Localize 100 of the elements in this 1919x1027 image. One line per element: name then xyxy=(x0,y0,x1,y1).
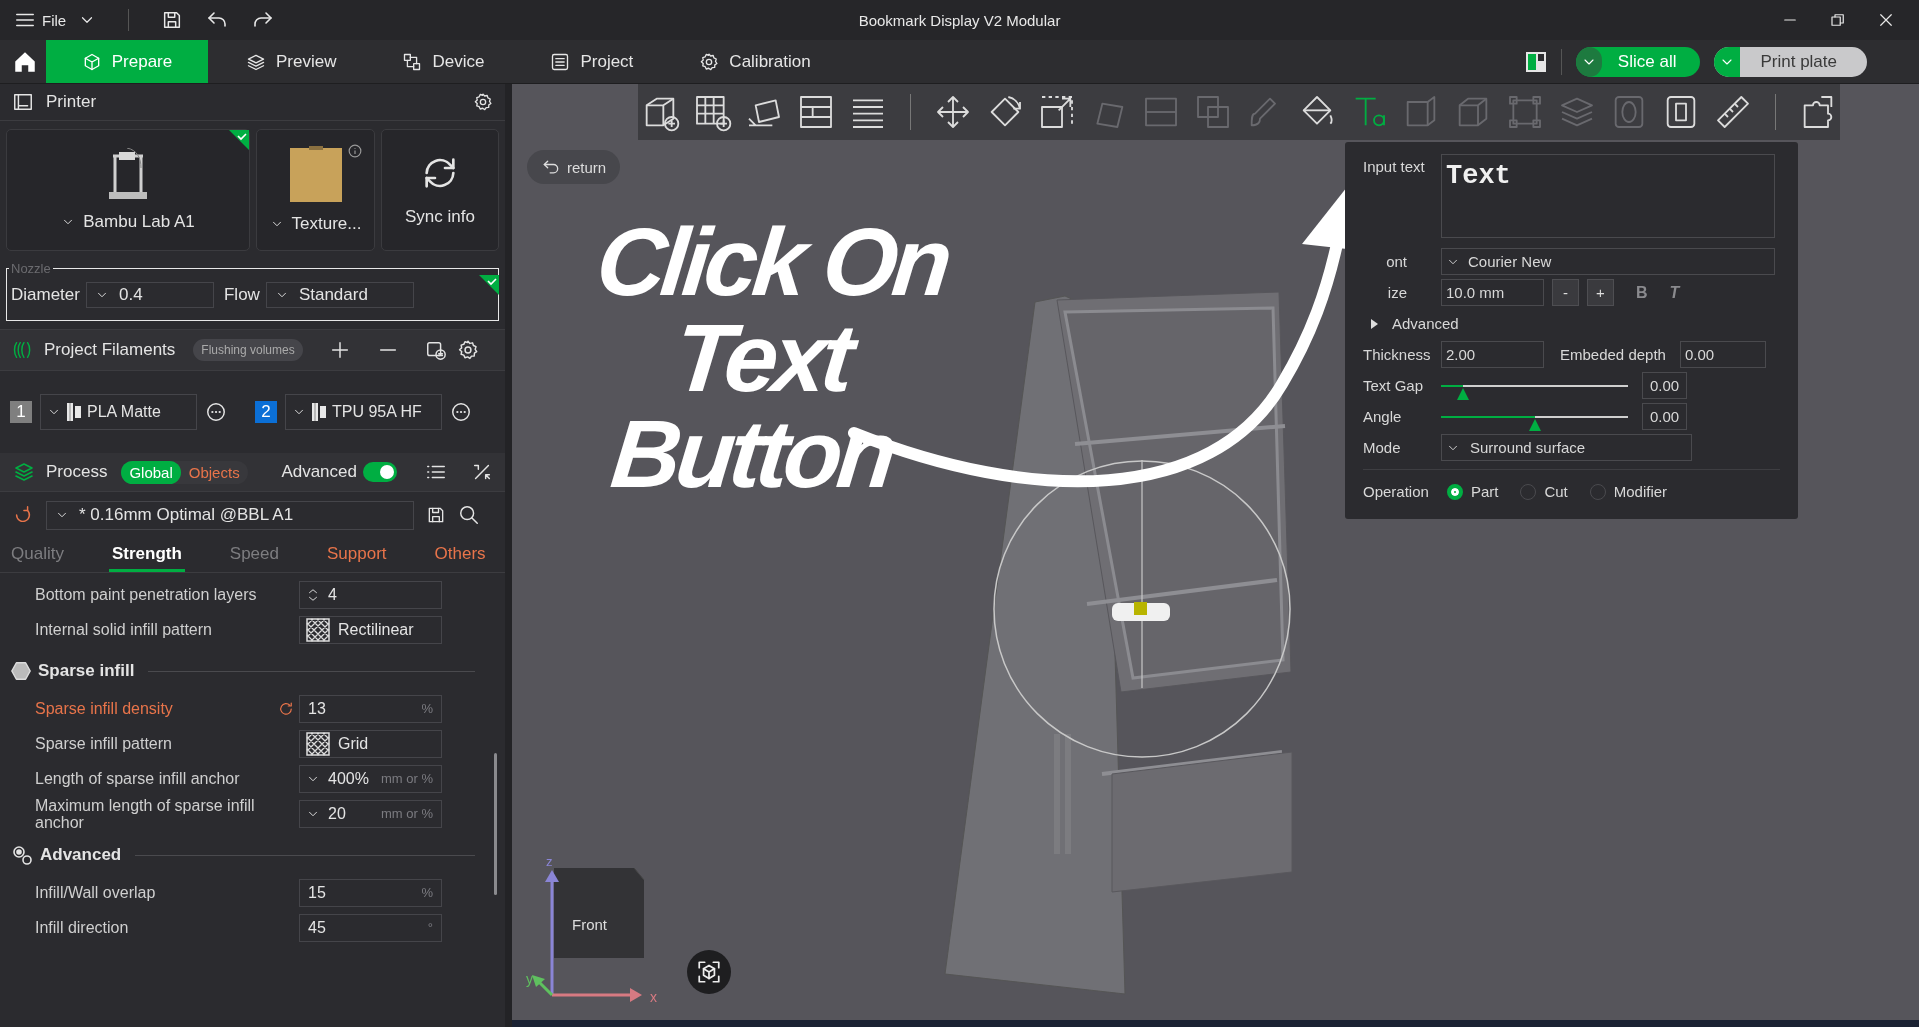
more-icon[interactable] xyxy=(450,401,472,423)
panel-title: Printer xyxy=(46,92,97,112)
filament-dropdown[interactable]: TPU 95A HF xyxy=(285,394,442,430)
plate-card[interactable]: Texture... xyxy=(256,129,375,251)
setting-field[interactable]: 15 % xyxy=(299,878,442,907)
layout-icon[interactable] xyxy=(1524,50,1547,73)
field-label: Operation xyxy=(1363,483,1429,500)
pattern-icon xyxy=(306,617,330,642)
settings-icon[interactable] xyxy=(456,339,479,361)
filament-number: 1 xyxy=(10,401,32,423)
list-box-icon xyxy=(550,51,571,72)
unit-label: % xyxy=(421,885,433,900)
section-title: Advanced xyxy=(40,845,122,865)
unit-label: mm or % xyxy=(381,806,433,821)
unit-label: % xyxy=(421,701,433,716)
value-field[interactable]: 0.00 xyxy=(1642,403,1687,430)
hexagon-icon xyxy=(10,660,32,682)
radio-label: Part xyxy=(1470,483,1499,500)
scrollbar[interactable] xyxy=(494,753,497,895)
depth-field[interactable]: 0.00 xyxy=(1679,341,1766,368)
field-label: Thickness xyxy=(1363,346,1432,363)
scope-tab[interactable]: Objects xyxy=(180,460,248,484)
radio-label: Modifier xyxy=(1613,483,1668,500)
bold-button[interactable]: B xyxy=(1636,283,1648,302)
sync-card[interactable]: Sync info xyxy=(381,129,499,251)
reset-icon[interactable] xyxy=(277,699,295,718)
info-icon[interactable] xyxy=(348,144,362,158)
search-icon[interactable] xyxy=(458,504,480,526)
card-label: Sync info xyxy=(405,207,475,227)
return-arrow-icon xyxy=(541,157,561,177)
group-legend: Nozzle xyxy=(9,261,53,276)
section-title: Project Filaments xyxy=(44,340,176,360)
radio-label: Cut xyxy=(1544,483,1568,500)
diameter-dropdown[interactable]: 0.4 xyxy=(85,282,214,308)
field-label: Input text xyxy=(1363,157,1426,175)
section-toggle[interactable]: Advanced xyxy=(1392,315,1459,332)
setting-label: Internal solid infill pattern xyxy=(35,621,213,638)
settings-tab[interactable]: Strength xyxy=(108,538,185,572)
thickness-field[interactable]: 2.00 xyxy=(1441,341,1544,368)
filament-icon xyxy=(312,403,326,421)
view-button[interactable] xyxy=(687,950,731,994)
nav-tab[interactable]: Calibration xyxy=(671,40,839,83)
setting-field[interactable]: 45 ° xyxy=(299,913,442,942)
nav-tab[interactable]: Device xyxy=(374,40,513,83)
decrease-button[interactable]: - xyxy=(1552,279,1579,306)
stack-icon xyxy=(12,460,36,484)
advanced-toggle[interactable] xyxy=(363,462,397,482)
unit-label: mm or % xyxy=(381,771,433,786)
filament-dropdown[interactable]: PLA Matte xyxy=(40,394,197,430)
expand-triangle-icon[interactable] xyxy=(1371,318,1378,329)
setting-dropdown[interactable]: Rectilinear xyxy=(299,615,442,644)
size-field[interactable]: 10.0 mm xyxy=(1441,279,1544,306)
setting-dropdown[interactable]: Grid xyxy=(299,729,442,758)
save-icon[interactable] xyxy=(426,505,446,525)
settings-icon[interactable] xyxy=(473,92,493,112)
print-button[interactable]: Print plate xyxy=(1714,46,1867,77)
radio-button[interactable] xyxy=(1446,483,1463,500)
printer-card[interactable]: Bambu Lab A1 xyxy=(6,129,250,251)
section-title: Sparse infill xyxy=(38,661,135,681)
cube-frame-icon xyxy=(696,959,722,985)
window-title: Bookmark Display V2 Modular xyxy=(858,11,1061,29)
close-icon[interactable] xyxy=(1877,11,1895,29)
sync-list-icon[interactable] xyxy=(424,339,447,361)
y-axis-arrow xyxy=(532,975,554,997)
setting-label: Bottom paint penetration layers xyxy=(35,586,258,603)
flushing-button[interactable]: Flushing volumes xyxy=(193,339,303,361)
mode-dropdown[interactable]: Surround surface xyxy=(1441,434,1692,461)
setting-dropdown[interactable]: 400% mm or % xyxy=(299,764,442,793)
axis-label: y xyxy=(526,971,533,987)
unit-label: ° xyxy=(427,920,433,935)
settings-tab[interactable]: Support xyxy=(324,538,390,572)
pattern-icon xyxy=(306,731,330,756)
font-dropdown[interactable]: Courier New xyxy=(1441,248,1775,275)
file-menu[interactable]: File xyxy=(0,0,73,40)
toggle-label: Advanced xyxy=(281,462,357,482)
preset-dropdown[interactable]: * 0.16mm Optimal @BBL A1 xyxy=(46,500,414,530)
flow-dropdown[interactable]: Standard xyxy=(265,282,414,308)
increase-button[interactable]: + xyxy=(1587,279,1614,306)
italic-button[interactable]: T xyxy=(1669,283,1680,302)
nav-tab[interactable]: Preview xyxy=(218,40,365,83)
field-label: Angle xyxy=(1363,408,1403,425)
setting-label: Infill direction xyxy=(35,919,130,936)
field-label: Embeded depth xyxy=(1560,346,1666,363)
setting-field[interactable]: 13 % xyxy=(299,694,442,723)
annotation-text: Click On Text Button xyxy=(590,214,954,502)
text-input[interactable]: Text xyxy=(1441,154,1775,238)
field-label: Text Gap xyxy=(1363,377,1425,394)
restore-icon[interactable] xyxy=(1829,11,1847,29)
more-icon[interactable] xyxy=(205,401,227,423)
setting-dropdown[interactable]: 20 mm or % xyxy=(299,799,442,828)
filament-icon xyxy=(67,403,81,421)
settings-tab[interactable]: Quality xyxy=(8,538,67,572)
setting-field[interactable]: 4 xyxy=(299,580,442,609)
settings-tab[interactable]: Others xyxy=(431,538,489,572)
field-label: ont xyxy=(1385,253,1407,270)
return-button[interactable]: return xyxy=(527,150,621,184)
card-label: Texture... xyxy=(291,214,362,234)
value-field[interactable]: 0.00 xyxy=(1642,372,1687,399)
field-label: Diameter xyxy=(11,285,80,305)
nav-tab[interactable]: Project xyxy=(522,40,662,83)
